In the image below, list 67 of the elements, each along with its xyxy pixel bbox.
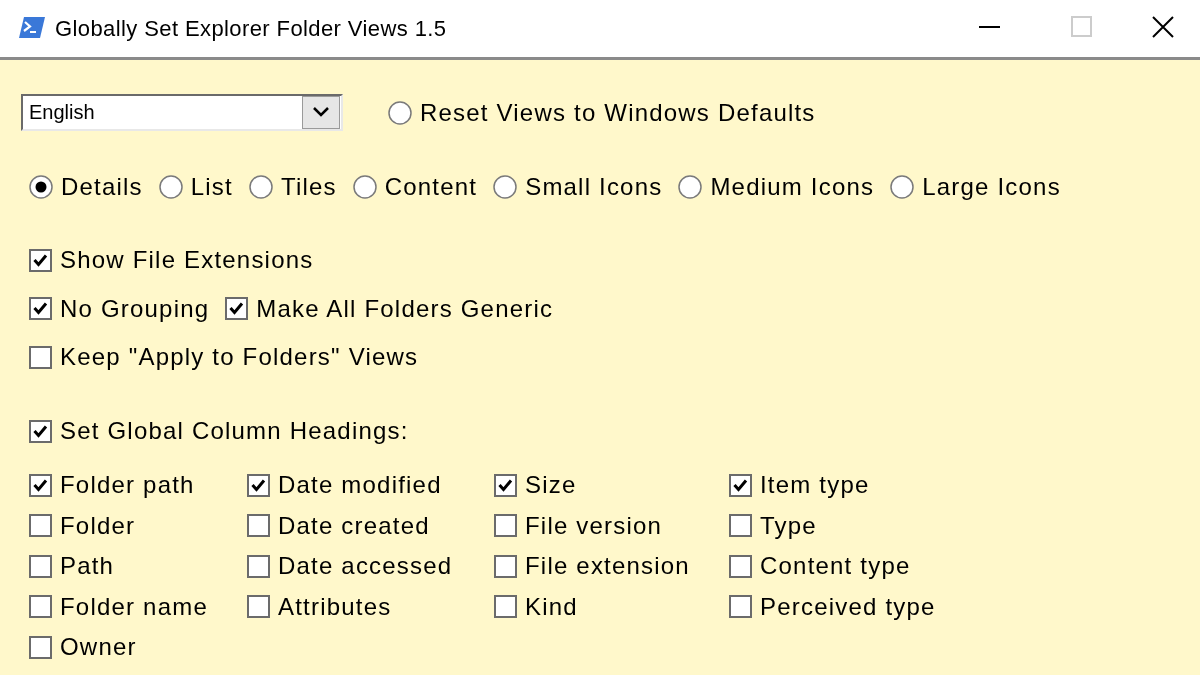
radio-label[interactable]: Content [384,173,478,201]
checkbox[interactable] [29,473,52,497]
checkbox-label[interactable]: Folder path [60,471,195,499]
checkbox[interactable] [729,514,752,537]
chevron-down-icon [302,96,340,129]
checkbox[interactable] [729,595,752,618]
checkbox[interactable] [29,635,52,659]
checkbox[interactable] [29,419,52,443]
checkbox-label[interactable]: Path [60,552,115,580]
checkbox[interactable] [494,514,517,537]
checkbox[interactable] [729,554,752,578]
radio-button[interactable] [890,175,915,199]
checkbox[interactable] [29,514,52,537]
checkbox[interactable] [225,297,249,320]
checkbox[interactable] [247,473,270,497]
checkbox-label[interactable]: No Grouping [60,294,210,323]
radio-label[interactable]: Medium Icons [710,173,875,201]
checkbox[interactable] [29,297,52,320]
checkbox[interactable] [29,248,52,272]
checkbox[interactable] [29,554,52,578]
checkbox-label[interactable]: Date created [278,511,430,540]
radio-button[interactable] [352,175,377,199]
checkbox[interactable] [494,473,517,497]
checkbox-label[interactable]: Attributes [278,592,392,621]
checkbox[interactable] [247,595,270,618]
checkbox-label[interactable]: Folder name [60,592,208,621]
radio-label[interactable]: List [190,173,233,201]
radio-label[interactable]: Large Icons [922,173,1061,201]
checkbox-label[interactable]: Folder [60,511,136,540]
terminal-prompt-icon [19,17,45,38]
radio-button[interactable] [678,175,703,199]
checkbox[interactable] [29,345,52,369]
checkbox-label[interactable]: Date modified [278,471,442,499]
checkbox[interactable] [247,514,270,537]
window-title: Globally Set Explorer Folder Views 1.5 [55,15,447,42]
radio-button[interactable] [158,175,183,199]
checkbox[interactable] [494,595,517,618]
radio-label[interactable]: Details [61,173,143,201]
radio-button[interactable] [493,175,518,199]
radio-label[interactable]: Tiles [280,173,337,201]
checkbox-label[interactable]: Set Global Column Headings: [60,417,409,445]
radio-button[interactable] [248,175,273,199]
checkbox-label[interactable]: Size [525,471,577,499]
minimize-icon [978,25,1000,28]
checkbox-label[interactable]: Make All Folders Generic [256,294,554,323]
checkbox-label[interactable]: Perceived type [760,592,936,621]
language-dropdown[interactable]: English [21,94,343,131]
checkbox-label[interactable]: Owner [60,633,137,661]
checkbox-label[interactable]: Show File Extensions [60,246,314,274]
checkbox-label[interactable]: Type [760,511,817,540]
checkbox-label[interactable]: Item type [760,471,870,499]
checkbox-label[interactable]: Content type [760,552,911,580]
checkbox[interactable] [247,554,270,578]
close-icon [1152,15,1174,38]
checkbox[interactable] [29,595,52,618]
radio-label[interactable]: Reset Views to Windows Defaults [420,98,816,127]
checkbox-label[interactable]: Date accessed [278,552,453,580]
radio-button[interactable] [29,175,53,199]
radio-label[interactable]: Small Icons [525,173,663,201]
checkbox[interactable] [729,473,752,497]
radio-button[interactable] [388,100,412,125]
checkbox[interactable] [494,554,517,578]
checkbox-label[interactable]: Keep "Apply to Folders" Views [60,343,419,371]
maximize-icon [1070,16,1092,37]
checkbox-label[interactable]: Kind [525,592,578,621]
checkbox-label[interactable]: File version [525,511,663,540]
checkbox-label[interactable]: File extension [525,552,690,580]
